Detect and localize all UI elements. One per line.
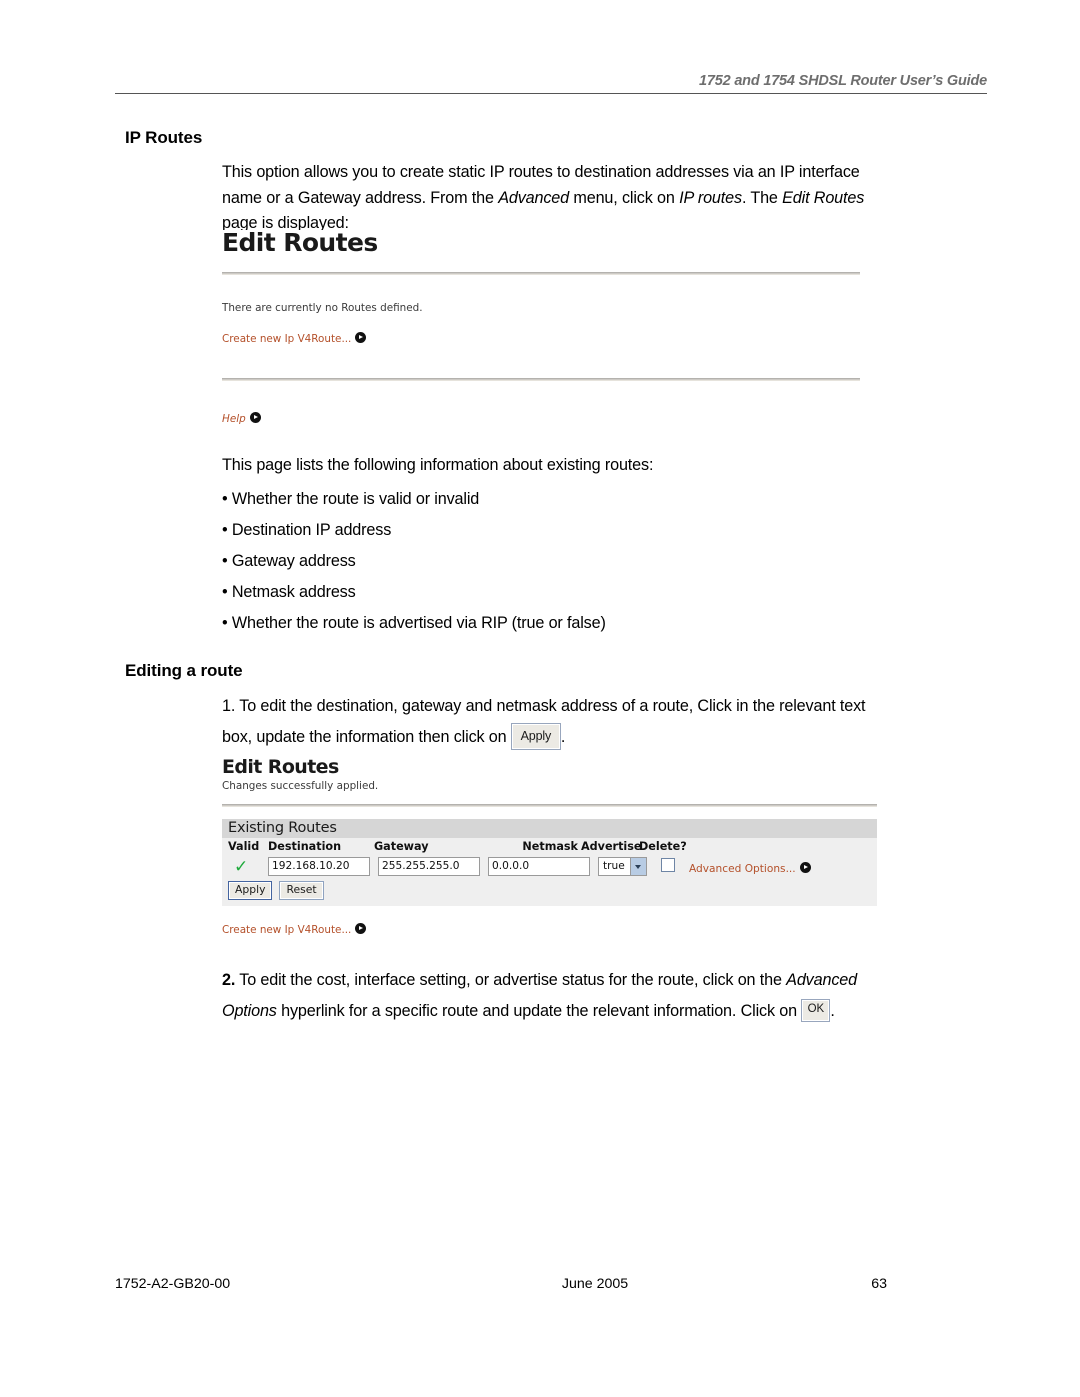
running-header: 1752 and 1754 SHDSL Router User’s Guide (115, 72, 987, 94)
intro-line-2-part-c: . The (741, 188, 783, 207)
step-1-line-1: 1. To edit the destination, gateway and … (222, 697, 866, 715)
figure1-divider-top (222, 272, 860, 276)
intro-line-2-part-b: menu, click on (569, 188, 680, 207)
editing-a-route-heading: Editing a route (125, 661, 243, 680)
list-intro-paragraph: This page lists the following informatio… (222, 456, 654, 474)
existing-routes-panel-title: Existing Routes (222, 818, 877, 838)
list-item: • Destination IP address (222, 521, 392, 539)
column-header-destination: Destination (268, 839, 342, 853)
gateway-input[interactable]: 255.255.255.0 (378, 856, 480, 876)
form-button-group: Apply Reset (228, 880, 877, 901)
figure1-status-text: There are currently no Routes defined. (222, 302, 423, 315)
footer-page-number: 63 (871, 1276, 887, 1292)
step-2-line-1-part-a: To edit the cost, interface setting, or … (235, 971, 787, 989)
intro-line-2-part-a: name or a Gateway address. From the (222, 188, 499, 207)
figure1-divider-bottom (222, 378, 860, 382)
page-title: IP Routes (125, 128, 203, 147)
figure2-status-text: Changes successfully applied. (222, 779, 379, 792)
advanced-options-link[interactable]: Advanced Options... (689, 863, 796, 875)
intro-italic-advanced: Advanced (498, 188, 570, 207)
destination-input[interactable]: 192.168.10.20 (268, 856, 370, 876)
create-new-ip-v4route-link[interactable]: Create new Ip V4Route... (222, 333, 351, 345)
figure2-create-route-link-row[interactable]: Create new Ip V4Route... (222, 920, 877, 938)
advertise-select-value: true (603, 860, 625, 873)
list-item: • Gateway address (222, 552, 356, 570)
reset-button[interactable]: Reset (279, 880, 324, 901)
advertise-select[interactable]: true (598, 856, 647, 876)
netmask-input[interactable]: 0.0.0.0 (488, 856, 590, 876)
apply-button-inline[interactable]: Apply (510, 722, 561, 751)
figure-edit-routes-table: Edit Routes Changes successfully applied… (222, 756, 877, 939)
running-header-title: 1752 and 1754 SHDSL Router User’s Guide (699, 73, 987, 89)
create-new-ip-v4route-link[interactable]: Create new Ip V4Route... (222, 924, 351, 936)
chevron-down-icon[interactable] (630, 857, 646, 875)
delete-checkbox[interactable] (661, 857, 675, 872)
existing-routes-panel-body: Valid Destination Gateway Netmask Advert… (222, 837, 877, 907)
arrow-right-circle-icon (799, 861, 811, 873)
column-header-valid: Valid (228, 839, 260, 853)
step-2-italic-advanced: Advanced (786, 971, 857, 989)
column-header-netmask: Netmask (522, 839, 578, 853)
step-2-line-2-part-b: . (830, 1002, 835, 1020)
list-item: • Netmask address (222, 583, 356, 601)
footer-document-number: 1752-A2-GB20-00 (115, 1276, 231, 1292)
figure1-help-link-row[interactable]: Help (222, 409, 860, 427)
table-row: ✓ 192.168.10.20 255.255.255.0 0.0.0.0 tr… (228, 856, 877, 876)
table-header-row: Valid Destination Gateway Netmask Advert… (228, 840, 877, 856)
existing-routes-panel: Existing Routes Valid Destination Gatewa… (222, 818, 877, 907)
header-divider (115, 93, 987, 94)
list-item: • Whether the route is valid or invalid (222, 490, 480, 508)
delete-checkbox-cell (647, 857, 689, 876)
step-2-number: 2. (222, 971, 236, 989)
intro-line-1: This option allows you to create static … (222, 163, 860, 181)
ok-button-inline[interactable]: OK (801, 999, 831, 1022)
intro-paragraph: This option allows you to create static … (222, 160, 962, 237)
step-2-line-2-part-a: hyperlink for a specific route and updat… (276, 1002, 802, 1020)
figure2-title: Edit Routes (222, 756, 339, 778)
help-link[interactable]: Help (222, 413, 246, 425)
arrow-right-circle-icon (355, 923, 367, 935)
list-item: • Whether the route is advertised via RI… (222, 614, 606, 632)
step-2-paragraph: 2. To edit the cost, interface setting, … (222, 965, 982, 1027)
footer-date: June 2005 (561, 1276, 629, 1292)
route-valid-cell: ✓ (228, 857, 268, 876)
figure-edit-routes-empty: Edit Routes There are currently no Route… (222, 228, 860, 428)
advanced-options-link-row[interactable]: Advanced Options... (689, 857, 811, 876)
column-header-delete: Delete? (639, 839, 687, 853)
green-check-icon: ✓ (234, 856, 249, 877)
intro-italic-ip-routes: IP routes (679, 188, 742, 207)
step-2-italic-options: Options (222, 1002, 277, 1020)
apply-button[interactable]: Apply (228, 880, 273, 901)
figure1-title: Edit Routes (222, 228, 378, 257)
intro-italic-edit-routes: Edit Routes (782, 188, 865, 207)
figure2-divider (222, 803, 877, 807)
step-1-line-2-part-b: . (560, 728, 566, 746)
arrow-right-circle-icon (355, 332, 367, 344)
column-header-advertise: Advertise (581, 839, 642, 853)
step-1-paragraph: 1. To edit the destination, gateway and … (222, 691, 967, 753)
routes-info-bullet-list: • Whether the route is valid or invalid … (222, 484, 962, 639)
page-footer: 1752-A2-GB20-00 June 2005 63 (115, 1276, 987, 1292)
column-header-gateway: Gateway (374, 839, 429, 853)
figure1-create-route-link-row[interactable]: Create new Ip V4Route... (222, 329, 860, 347)
arrow-right-circle-icon (249, 412, 261, 424)
step-1-line-2-part-a: box, update the information then click o… (222, 728, 507, 746)
